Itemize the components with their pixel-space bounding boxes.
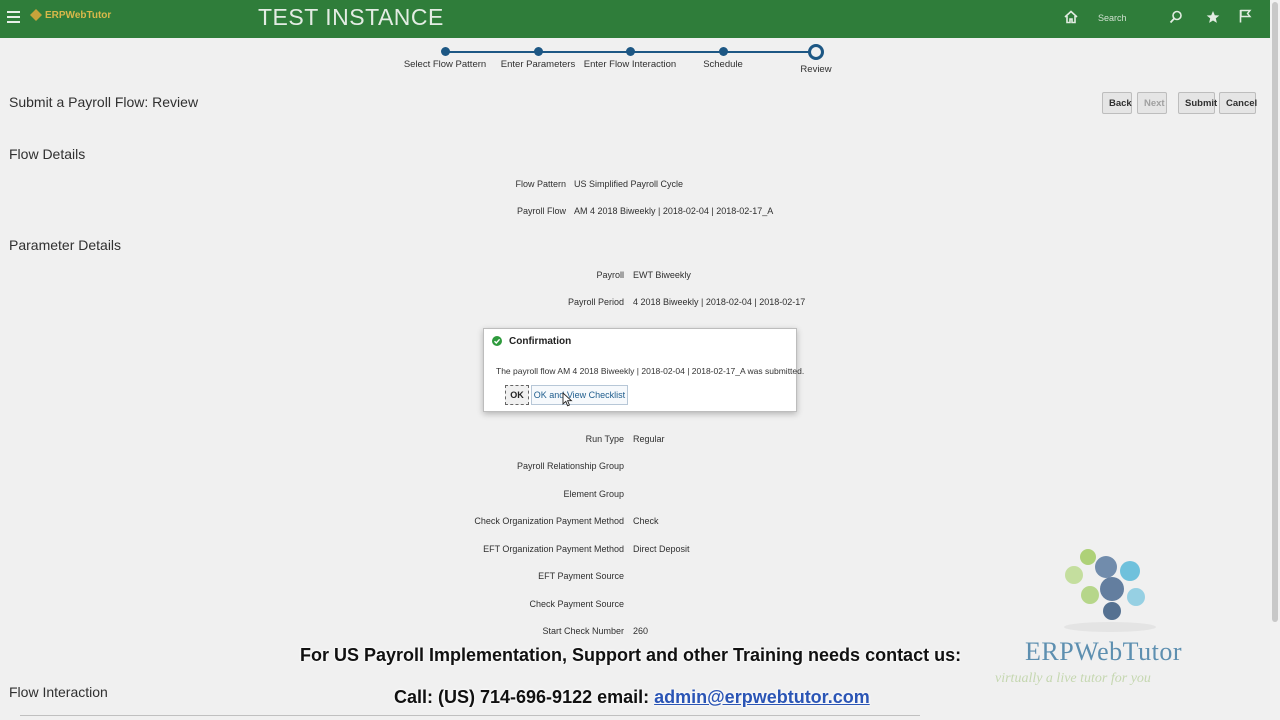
dialog-message: The payroll flow AM 4 2018 Biweekly | 20… xyxy=(496,366,805,376)
brand-tagline: virtually a live tutor for you xyxy=(995,671,1151,686)
dialog-title: Confirmation xyxy=(509,336,572,347)
notifications-flag-icon[interactable] xyxy=(1238,9,1252,23)
search-icon[interactable] xyxy=(1169,10,1183,24)
promo-call-line: Call: (US) 714-696-9122 email: admin@erp… xyxy=(394,687,870,708)
logo-text: ERPWebTutor xyxy=(45,9,112,21)
mouse-pointer-icon xyxy=(562,392,573,407)
home-icon[interactable] xyxy=(1064,10,1078,24)
promo-contact-line: For US Payroll Implementation, Support a… xyxy=(300,645,962,665)
success-check-icon xyxy=(492,336,502,346)
brand-logo-icon xyxy=(1064,549,1156,632)
brand-name: ERPWebTutor xyxy=(1025,637,1183,666)
brand-watermark: ERPWebTutor virtually a live tutor for y… xyxy=(995,545,1225,695)
navigator-menu-icon[interactable] xyxy=(7,11,20,24)
promo-call-text: Call: (US) 714-696-9122 email: xyxy=(394,687,655,707)
ok-button[interactable]: OK xyxy=(505,385,529,405)
global-header: ERPWebTutor TEST INSTANCE xyxy=(0,0,1270,38)
promo-email-link[interactable]: admin@erpwebtutor.com xyxy=(654,687,870,707)
confirmation-dialog: Confirmation The payroll flow AM 4 2018 … xyxy=(483,328,804,412)
logo-mark-icon xyxy=(30,9,42,21)
page-scrollbar[interactable] xyxy=(1270,0,1280,720)
ok-and-view-checklist-button[interactable]: OK and View Checklist xyxy=(531,385,628,405)
favorites-star-icon[interactable] xyxy=(1206,10,1220,24)
logo[interactable]: ERPWebTutor xyxy=(30,9,111,21)
instance-label: TEST INSTANCE xyxy=(258,4,444,30)
page-scrollbar-thumb[interactable] xyxy=(1272,2,1278,622)
